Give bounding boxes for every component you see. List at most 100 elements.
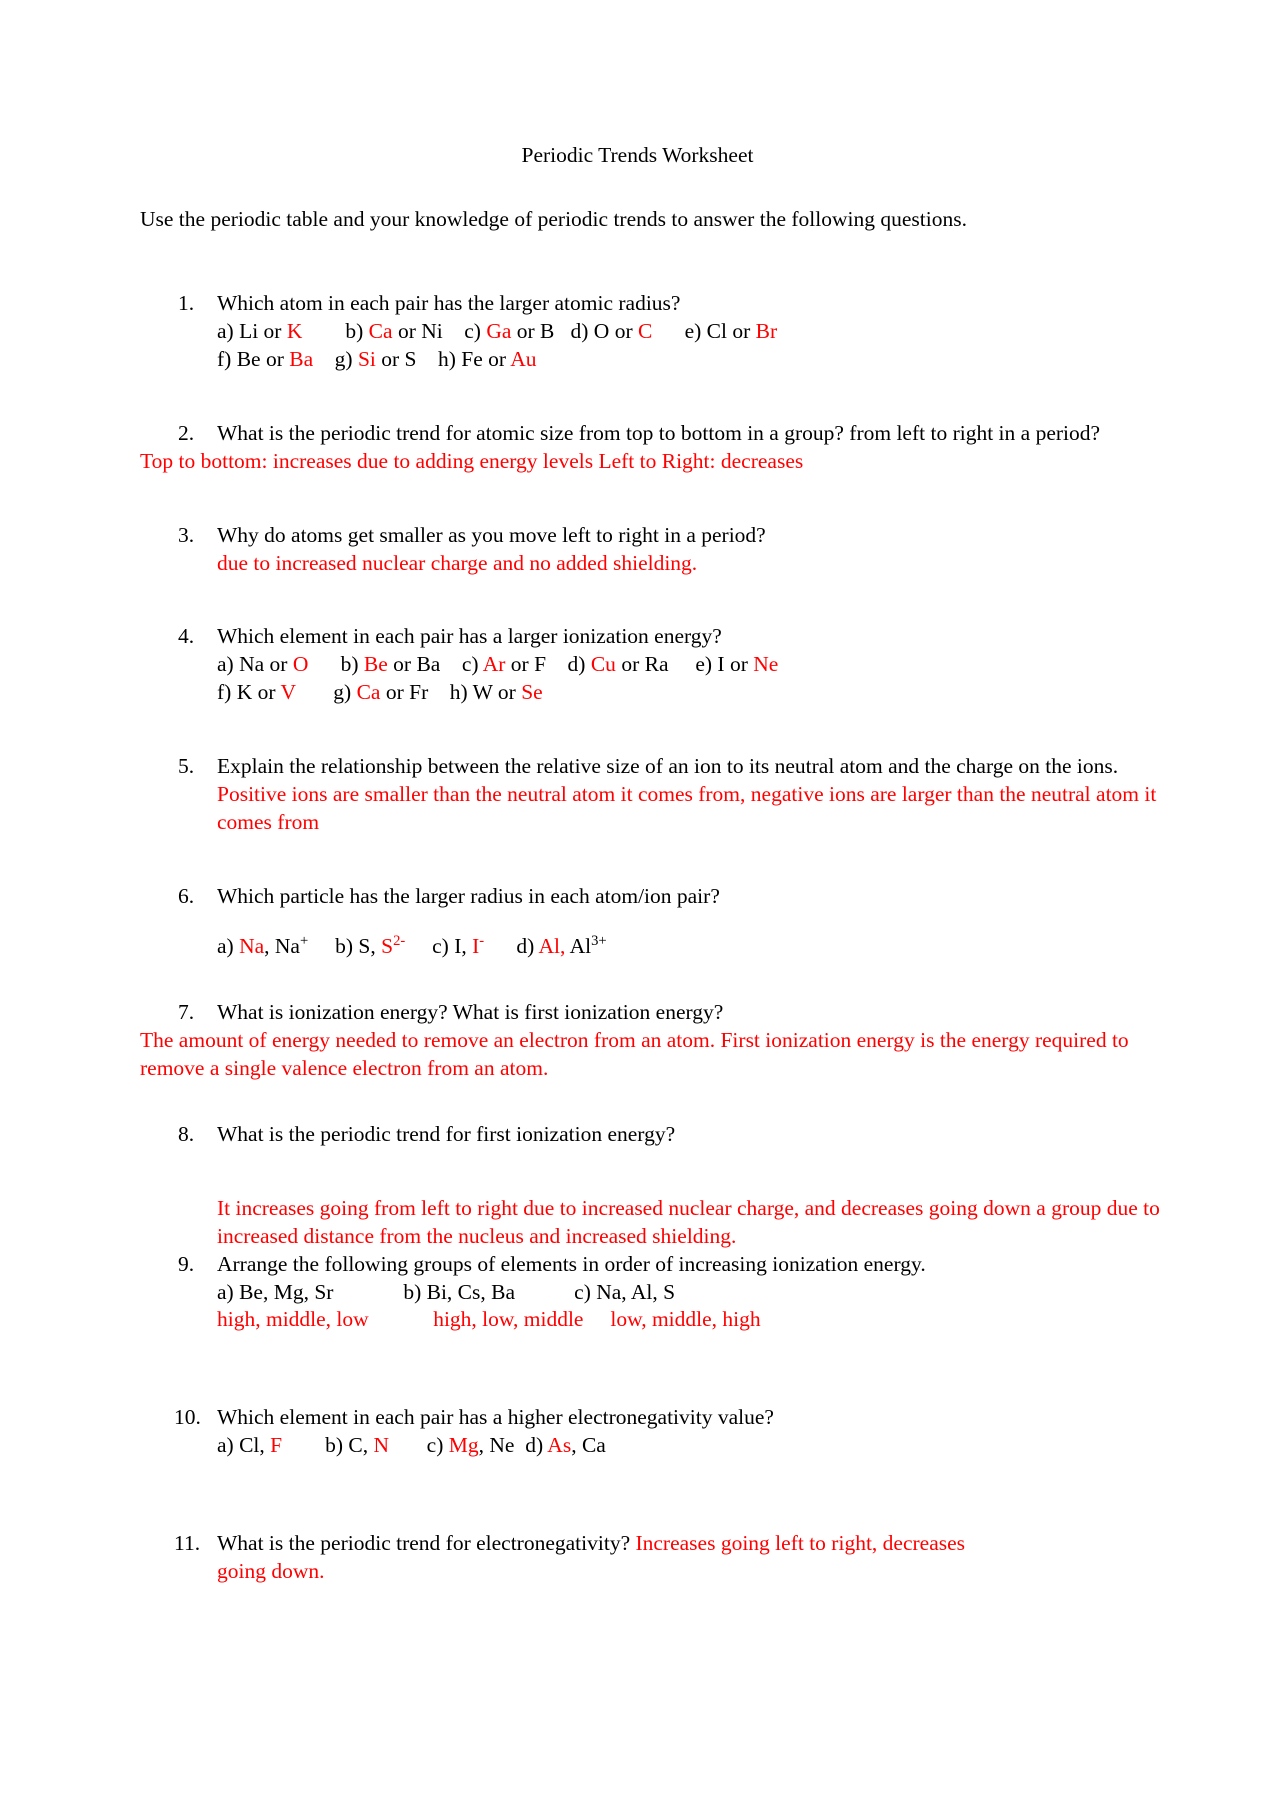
q1-option-c-answer: Ga bbox=[486, 318, 512, 343]
q10-option-b-answer: N bbox=[373, 1433, 390, 1458]
q10-option-a-answer: F bbox=[270, 1433, 283, 1458]
q1-option-c-label: c) bbox=[464, 318, 487, 343]
question-2-text: What is the periodic trend for atomic si… bbox=[217, 420, 1101, 445]
q4-option-a-label: a) Na or bbox=[217, 652, 293, 677]
q6-option-d-label: d) bbox=[516, 934, 539, 958]
q10-option-d-label: d) bbox=[525, 1433, 548, 1458]
q1-option-h-label: h) Fe or bbox=[438, 346, 511, 371]
question-4: 4. Which element in each pair has a larg… bbox=[178, 623, 1180, 707]
question-1-text: Which atom in each pair has the larger a… bbox=[217, 290, 681, 315]
q1-option-f-label: f) Be or bbox=[217, 346, 290, 371]
question-2-number: 2. bbox=[178, 420, 195, 445]
question-7-answer: The amount of energy needed to remove an… bbox=[140, 1027, 1129, 1080]
question-11-answer-inline: Increases going left to right, decreases bbox=[635, 1531, 966, 1556]
q4-option-g-rest: or Fr bbox=[380, 680, 429, 705]
question-10: 10. Which element in each pair has a hig… bbox=[174, 1404, 1180, 1460]
question-5-number: 5. bbox=[178, 754, 195, 779]
q1-option-e-label: e) Cl or bbox=[684, 318, 756, 343]
q1-option-b-rest: or Ni bbox=[392, 318, 443, 343]
q1-option-a-answer: K bbox=[286, 318, 303, 343]
q6-option-a-answer: Na bbox=[239, 934, 265, 958]
q6-option-d-superscript: 3+ bbox=[591, 932, 607, 949]
question-8-number: 8. bbox=[178, 1121, 195, 1146]
question-11: 11. What is the periodic trend for elect… bbox=[174, 1530, 1180, 1586]
question-5: 5. Explain the relationship between the … bbox=[178, 753, 1180, 837]
instructions-text: Use the periodic table and your knowledg… bbox=[140, 206, 967, 231]
q4-option-g-label: g) bbox=[333, 680, 357, 705]
question-6-text: Which particle has the larger radius in … bbox=[217, 884, 720, 909]
q6-option-c-label: c) I, bbox=[432, 934, 473, 958]
question-5-answer: Positive ions are smaller than the neutr… bbox=[217, 782, 1157, 835]
q6-option-a-rest: , Na bbox=[264, 934, 300, 958]
question-9-groups: a) Be, Mg, Sr b) Bi, Cs, Ba c) Na, Al, S bbox=[217, 1279, 1180, 1307]
question-8-answer: It increases going from left to right du… bbox=[217, 1195, 1160, 1248]
q4-option-b-rest: or Ba bbox=[387, 652, 441, 677]
q1-option-g-label: g) bbox=[334, 346, 358, 371]
q1-option-d-answer: C bbox=[638, 318, 653, 343]
q1-option-e-answer: Br bbox=[755, 318, 778, 343]
question-8-text: What is the periodic trend for first ion… bbox=[217, 1121, 676, 1146]
question-3-answer: due to increased nuclear charge and no a… bbox=[217, 550, 698, 575]
question-6-ion-pairs: a) Na, Na+ b) S, S2- c) I, I- d) Al, Al3… bbox=[217, 933, 1180, 961]
question-11-text: What is the periodic trend for electrone… bbox=[217, 1531, 636, 1556]
q1-option-g-answer: Si bbox=[357, 346, 376, 371]
q1-option-c-rest: or B bbox=[511, 318, 555, 343]
q6-option-b-superscript: 2- bbox=[393, 932, 406, 949]
q1-option-h-answer: Au bbox=[510, 346, 537, 371]
q4-option-f-answer: V bbox=[280, 680, 296, 705]
question-11-text-block: What is the periodic trend for electrone… bbox=[217, 1530, 1180, 1558]
question-1-options-row-2: f) Be or Ba g) Si or S h) Fe or Au bbox=[217, 346, 1180, 374]
question-5-text: Explain the relationship between the rel… bbox=[217, 754, 1119, 779]
question-2: 2. What is the periodic trend for atomic… bbox=[178, 420, 1180, 448]
q4-option-c-answer: Ar bbox=[482, 652, 506, 677]
q1-option-g-rest: or S bbox=[375, 346, 417, 371]
question-3-number: 3. bbox=[178, 522, 195, 547]
q4-option-c-rest: or F bbox=[505, 652, 547, 677]
q4-option-d-label: d) bbox=[567, 652, 591, 677]
question-1: 1. Which atom in each pair has the large… bbox=[178, 290, 1180, 374]
q6-option-a-label: a) bbox=[217, 934, 240, 958]
q4-option-c-label: c) bbox=[461, 652, 483, 677]
worksheet-page: Periodic Trends Worksheet Use the period… bbox=[0, 142, 1275, 1586]
q4-option-g-answer: Ca bbox=[356, 680, 381, 705]
q6-option-d-answer: Al, bbox=[538, 934, 566, 958]
question-11-answer-line2: going down. bbox=[217, 1559, 325, 1584]
q4-option-a-answer: O bbox=[292, 652, 309, 677]
question-3-text: Why do atoms get smaller as you move lef… bbox=[217, 522, 766, 547]
question-7-number: 7. bbox=[178, 999, 195, 1024]
q10-option-c-rest: , Ne bbox=[478, 1433, 515, 1458]
question-7: 7. What is ionization energy? What is fi… bbox=[178, 999, 1180, 1027]
q6-option-b-label: b) S, bbox=[335, 934, 382, 958]
q10-option-b-label: b) C, bbox=[325, 1433, 374, 1458]
q9-group-b-label: b) Bi, Cs, Ba bbox=[403, 1279, 516, 1304]
q1-option-b-answer: Ca bbox=[368, 318, 393, 343]
question-8: 8. What is the periodic trend for first … bbox=[178, 1121, 1180, 1251]
question-7-text: What is ionization energy? What is first… bbox=[217, 999, 724, 1024]
q4-option-d-rest: or Ra bbox=[615, 652, 669, 677]
page-title: Periodic Trends Worksheet bbox=[521, 143, 754, 167]
question-6: 6. Which particle has the larger radius … bbox=[178, 883, 1180, 961]
question-9-answers: high, middle, low high, low, middle low,… bbox=[217, 1306, 1180, 1334]
question-10-options: a) Cl, F b) C, N c) Mg, Ne d) As, Ca bbox=[217, 1432, 1180, 1460]
q4-option-h-answer: Se bbox=[521, 680, 543, 705]
question-9: 9. Arrange the following groups of eleme… bbox=[178, 1251, 1180, 1335]
q4-option-b-answer: Be bbox=[363, 652, 388, 677]
q4-option-e-answer: Ne bbox=[753, 652, 779, 677]
question-3: 3. Why do atoms get smaller as you move … bbox=[178, 522, 1180, 578]
q9-group-c-label: c) Na, Al, S bbox=[574, 1279, 676, 1304]
q10-option-c-answer: Mg bbox=[448, 1433, 479, 1458]
question-1-options-row-1: a) Li or K b) Ca or Ni c) Ga or B d) O o… bbox=[217, 318, 1180, 346]
q9-group-b-answer: high, low, middle bbox=[433, 1307, 584, 1332]
q10-option-a-label: a) Cl, bbox=[217, 1433, 271, 1458]
question-4-options-row-2: f) K or V g) Ca or Fr h) W or Se bbox=[217, 679, 1180, 707]
question-11-number: 11. bbox=[174, 1531, 201, 1556]
q10-option-c-label: c) bbox=[426, 1433, 449, 1458]
question-2-answer: Top to bottom: increases due to adding e… bbox=[140, 448, 804, 473]
question-9-text: Arrange the following groups of elements… bbox=[217, 1251, 926, 1276]
q9-group-a-answer: high, middle, low bbox=[217, 1307, 369, 1332]
q4-option-f-label: f) K or bbox=[217, 680, 281, 705]
q1-option-f-answer: Ba bbox=[289, 346, 314, 371]
q4-option-h-label: h) W or bbox=[449, 680, 522, 705]
q6-option-b-answer: S bbox=[381, 934, 394, 958]
question-4-options-row-1: a) Na or O b) Be or Ba c) Ar or F d) Cu … bbox=[217, 651, 1180, 679]
